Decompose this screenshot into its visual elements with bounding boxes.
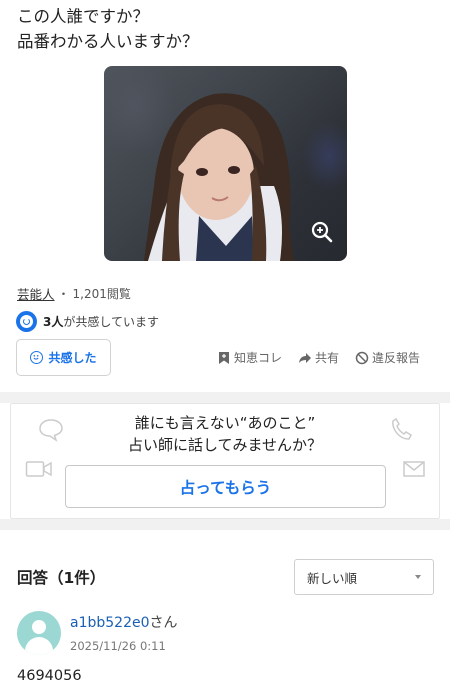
report-label: 違反報告 <box>372 351 421 365</box>
username-link[interactable]: a1bb522e0 <box>70 615 150 631</box>
avatar[interactable] <box>17 611 61 655</box>
mail-icon <box>403 461 425 477</box>
fortune-line-1: 誰にも言えない“あのこと” <box>134 414 316 432</box>
empathy-button[interactable]: 共感した <box>16 339 111 376</box>
empathy-count: 3人 <box>43 315 64 329</box>
sort-selected-value: 新しい順 <box>307 570 358 586</box>
meta-separator: ・ <box>57 287 70 301</box>
report-button[interactable]: 違反報告 <box>355 349 420 366</box>
chiebukuro-label: 知恵コレ <box>234 351 283 365</box>
section-divider <box>0 392 450 403</box>
answer-date: 2025/11/26 0:11 <box>70 639 166 653</box>
fortune-message: 誰にも言えない“あのこと” 占い師に話してみませんか？ <box>11 412 439 456</box>
smile-icon <box>30 351 44 364</box>
fortune-line-2: 占い師に話してみませんか？ <box>127 436 323 454</box>
section-divider <box>0 519 450 530</box>
view-count: 1,201閲覧 <box>72 287 131 301</box>
question-text: この人誰ですか？ 品番わかる人いますか？ <box>17 4 199 54</box>
answers-heading: 回答（1件） <box>17 569 106 587</box>
fortune-button[interactable]: 占ってもらう <box>65 465 386 508</box>
empathy-summary: 3人 が共感しています <box>16 311 159 332</box>
question-line-1: この人誰ですか？ <box>17 7 149 26</box>
empathy-text: が共感しています <box>63 315 160 329</box>
question-actions: 知恵コレ 共有 違反報告 <box>217 349 420 366</box>
empathy-button-label: 共感した <box>48 351 97 365</box>
share-arrow-icon <box>299 352 312 363</box>
answer-user: a1bb522e0さん <box>70 612 178 632</box>
sort-select[interactable]: 新しい順 <box>294 559 434 595</box>
question-line-2: 品番わかる人いますか？ <box>17 32 199 51</box>
question-meta: 芸能人 ・ 1,201閲覧 <box>17 284 131 303</box>
prohibit-icon <box>355 351 369 364</box>
bookmark-icon <box>219 351 229 364</box>
answer-text: 4694056 <box>17 668 82 684</box>
chiebukuro-collection-button[interactable]: 知恵コレ <box>217 349 282 366</box>
caret-down-icon <box>415 575 421 579</box>
question-photo[interactable] <box>104 66 347 261</box>
share-button[interactable]: 共有 <box>298 349 339 366</box>
category-link[interactable]: 芸能人 <box>17 284 55 303</box>
fortune-banner: 誰にも言えない“あのこと” 占い師に話してみませんか？ 占ってもらう <box>10 403 440 519</box>
empathy-icon <box>16 311 37 332</box>
username-suffix: さん <box>149 615 178 631</box>
video-camera-icon <box>25 461 52 477</box>
share-label: 共有 <box>315 351 340 365</box>
zoom-in-icon[interactable] <box>309 219 335 245</box>
